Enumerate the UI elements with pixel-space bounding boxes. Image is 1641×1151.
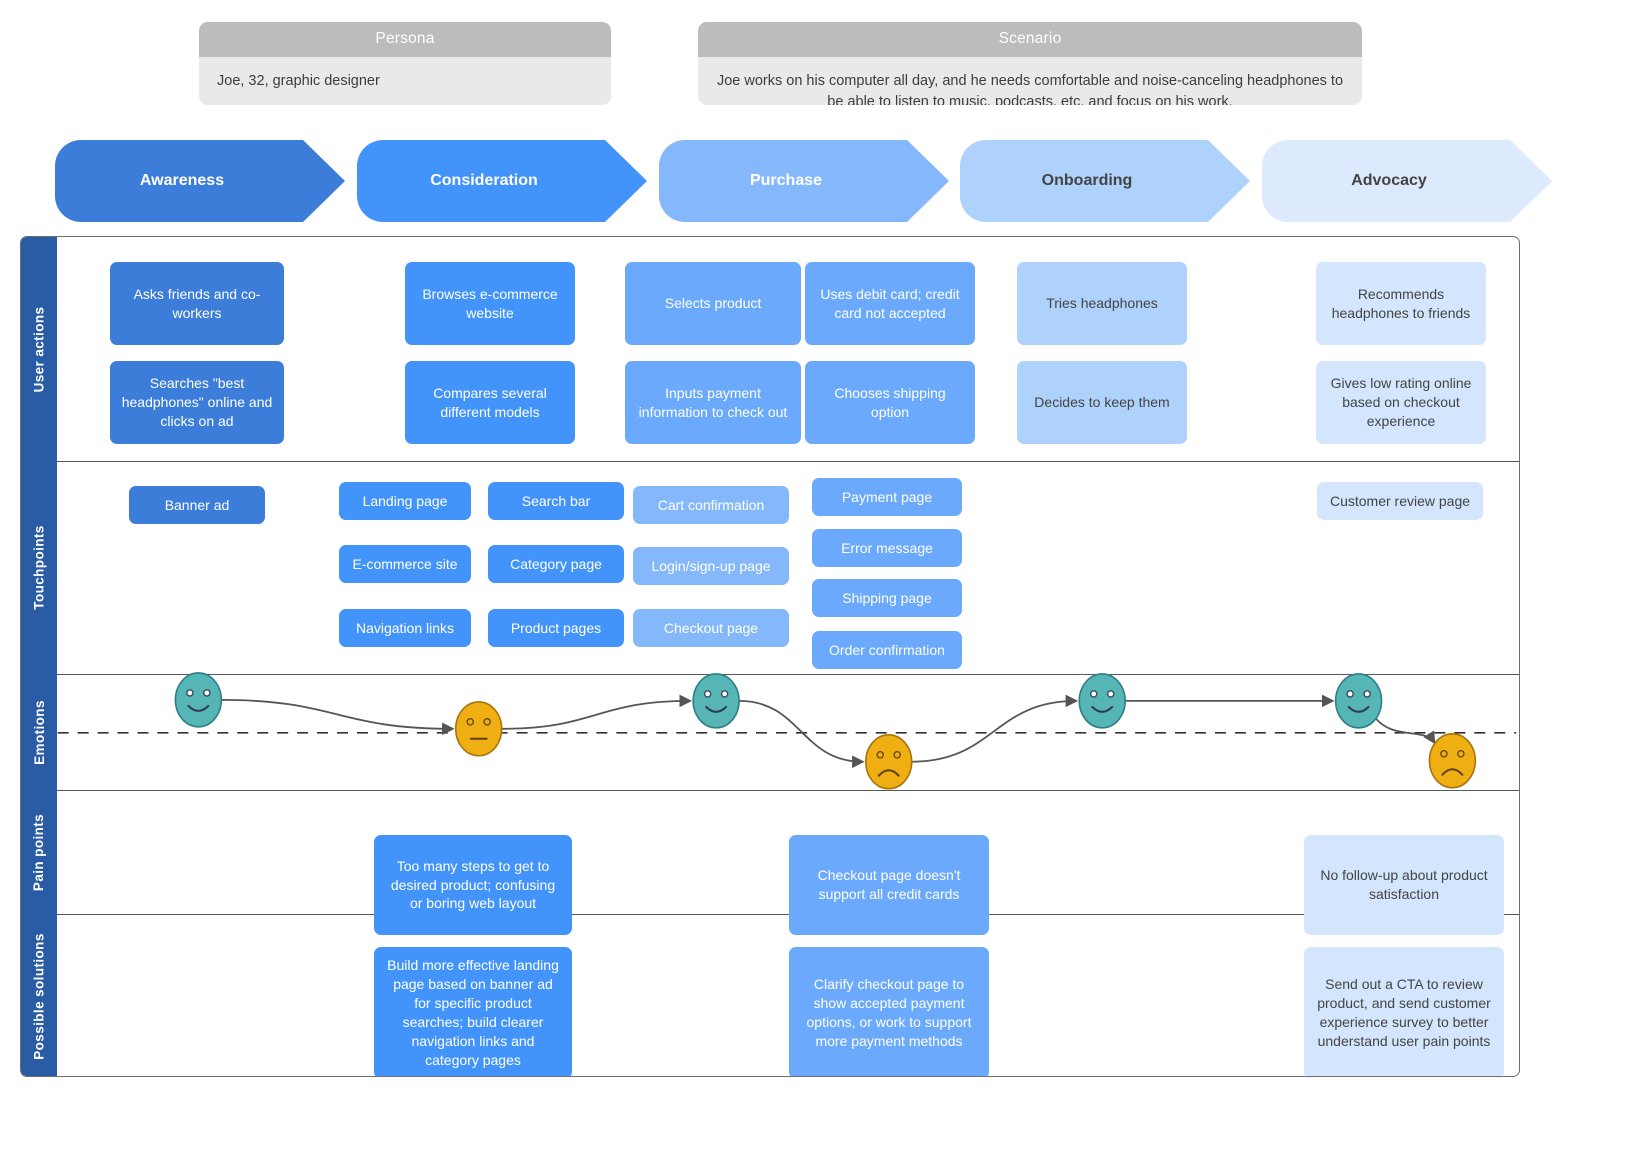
phase-label: Advocacy: [1351, 172, 1427, 189]
emotion-face-happy[interactable]: [1334, 673, 1383, 729]
emotion-curve-segment: [501, 694, 693, 730]
emotion-curve-segment: [221, 698, 455, 736]
emotion-face-sad[interactable]: [1428, 733, 1477, 789]
emotion-face-happy[interactable]: [692, 673, 740, 729]
phase-banner-row: Awareness Consideration Purchase Onboarding…: [0, 140, 1641, 226]
phase-purchase[interactable]: Purchase: [659, 140, 949, 222]
emotion-curve-segment: [911, 694, 1079, 763]
scenario-card-body: Joe works on his computer all day, and h…: [716, 73, 1344, 105]
emotion-face-sad[interactable]: [864, 734, 913, 790]
phase-awareness[interactable]: Awareness: [55, 140, 345, 222]
phase-onboarding[interactable]: Onboarding: [960, 140, 1250, 222]
phase-label: Consideration: [430, 172, 538, 189]
persona-card-body: Joe, 32, graphic designer: [217, 73, 380, 89]
emotion-face-happy[interactable]: [174, 672, 223, 728]
emotion-curve-segment: [1373, 716, 1436, 745]
emotion-curve-segment: [739, 699, 865, 769]
scenario-card: Scenario Joe works on his computer all d…: [698, 22, 1362, 105]
phase-advocacy[interactable]: Advocacy: [1262, 140, 1552, 222]
emotions-curve-layer: [57, 672, 1517, 790]
phase-label: Onboarding: [1041, 172, 1133, 189]
emotion-face-neutral[interactable]: [454, 701, 503, 757]
journey-map-frame: User actions Touchpoints Emotions Pain poin…: [20, 236, 1520, 1077]
persona-card: Persona Joe, 32, graphic designer: [199, 22, 611, 105]
persona-card-title: Persona: [199, 22, 611, 57]
phase-label: Purchase: [749, 172, 823, 189]
phase-consideration[interactable]: Consideration: [357, 140, 647, 222]
scenario-card-title: Scenario: [698, 22, 1362, 57]
emotion-face-happy[interactable]: [1078, 673, 1126, 729]
phase-label: Awareness: [139, 172, 225, 189]
